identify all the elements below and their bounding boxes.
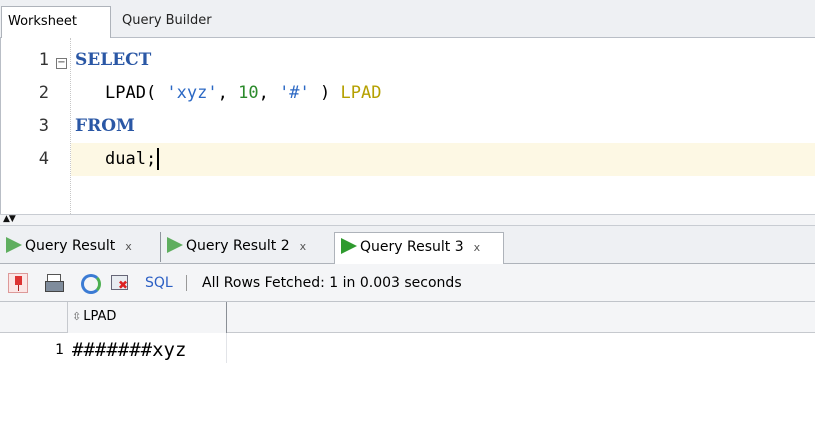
panel-splitter[interactable]: ▲▼ xyxy=(0,214,815,226)
grid-corner xyxy=(0,302,68,333)
keyword-select: SELECT xyxy=(75,50,152,70)
print-icon[interactable] xyxy=(44,273,64,293)
comma: , xyxy=(258,83,280,103)
fold-collapse-icon[interactable]: − xyxy=(56,58,67,69)
tab-worksheet[interactable]: Worksheet xyxy=(1,6,111,39)
editor-line-3: 3 FROM xyxy=(1,110,815,143)
column-header-label: LPAD xyxy=(83,309,117,324)
editor-line-1: 1 − SELECT xyxy=(1,44,815,77)
function-lpad: LPAD( xyxy=(105,83,167,103)
refresh-icon[interactable] xyxy=(80,273,101,294)
column-alias: LPAD xyxy=(340,83,382,103)
string-literal-xyz: 'xyz' xyxy=(166,83,218,103)
table-dual: dual; xyxy=(105,149,157,169)
tab-label: Query Result 3 xyxy=(360,239,464,255)
code-text: LPAD( 'xyz', 10, '#' ) LPAD xyxy=(105,77,381,110)
tab-label: Query Result xyxy=(25,238,116,254)
string-literal-pad: '#' xyxy=(279,83,310,103)
fetch-status: All Rows Fetched: 1 in 0.003 seconds xyxy=(202,275,462,291)
result-grid: ⇳ LPAD 1 #######xyz xyxy=(0,302,815,424)
editor-line-2: 2 LPAD( 'xyz', 10, '#' ) LPAD xyxy=(1,77,815,110)
table-row[interactable]: 1 #######xyz xyxy=(0,333,815,363)
tab-query-result[interactable]: Query Result x xyxy=(0,232,158,262)
tab-query-result-3[interactable]: Query Result 3 x xyxy=(334,232,504,265)
number-literal: 10 xyxy=(238,83,259,103)
tab-query-builder[interactable]: Query Builder xyxy=(116,6,218,38)
code-text: dual; xyxy=(105,143,160,176)
grid-header: ⇳ LPAD xyxy=(0,302,815,333)
table-cell[interactable]: #######xyz xyxy=(68,333,227,363)
close-paren: ) xyxy=(309,83,341,103)
close-tab-icon[interactable]: x xyxy=(125,240,132,253)
column-header-lpad[interactable]: ⇳ LPAD xyxy=(68,302,227,333)
keyword-from: FROM xyxy=(75,116,135,136)
code-text: FROM xyxy=(75,110,135,143)
line-number: 3 xyxy=(38,116,49,136)
row-number: 1 xyxy=(55,342,64,358)
tab-query-result-2[interactable]: Query Result 2 x xyxy=(160,232,332,262)
run-result-icon xyxy=(341,238,357,254)
run-result-icon xyxy=(6,237,22,253)
result-toolbar: SQL All Rows Fetched: 1 in 0.003 seconds xyxy=(0,264,815,302)
text-caret xyxy=(157,148,160,170)
sql-button[interactable]: SQL xyxy=(145,273,173,293)
toolbar-separator xyxy=(186,275,187,291)
comma: , xyxy=(217,83,239,103)
result-tab-bar: Query Result x Query Result 2 x Query Resu… xyxy=(0,226,815,265)
splitter-arrows-icon[interactable]: ▲▼ xyxy=(3,214,16,224)
sql-editor[interactable]: 1 − SELECT 2 LPAD( 'xyz', 10, '#' ) LPAD… xyxy=(0,38,815,214)
run-result-icon xyxy=(167,237,183,253)
pin-icon[interactable] xyxy=(8,273,28,293)
line-number: 4 xyxy=(38,149,49,169)
line-number: 2 xyxy=(38,83,49,103)
cancel-query-icon[interactable] xyxy=(110,273,130,293)
sort-icon: ⇳ xyxy=(72,310,82,323)
code-text: SELECT xyxy=(75,44,151,77)
tab-label: Query Result 2 xyxy=(186,238,290,254)
editor-line-4: 4 dual; xyxy=(1,143,815,176)
worksheet-tab-bar: Worksheet Query Builder xyxy=(0,0,815,39)
close-tab-icon[interactable]: x xyxy=(474,241,481,254)
close-tab-icon[interactable]: x xyxy=(300,240,307,253)
line-number: 1 xyxy=(38,50,49,70)
